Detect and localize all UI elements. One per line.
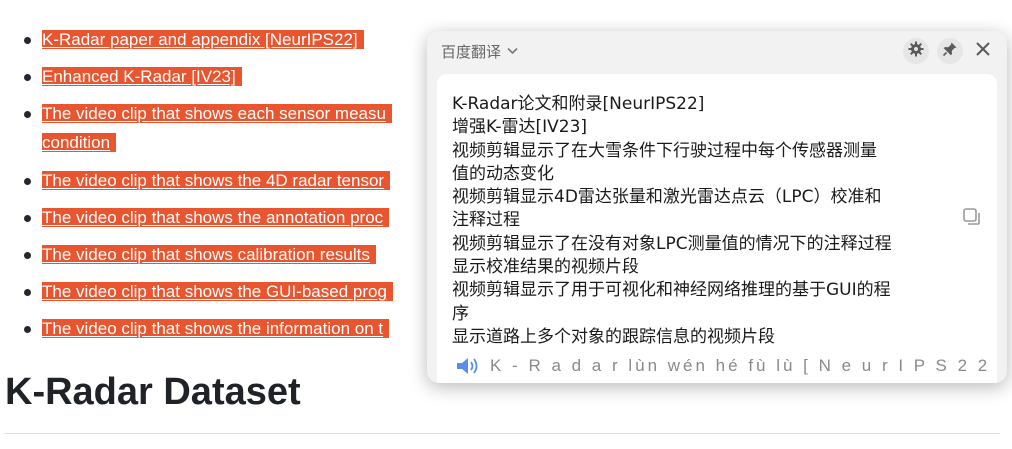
close-button[interactable] xyxy=(970,38,996,64)
settings-button[interactable] xyxy=(903,38,929,64)
copy-icon xyxy=(962,208,982,231)
list-bullet xyxy=(24,252,31,259)
list-bullet xyxy=(24,289,31,296)
heading-divider xyxy=(5,433,1000,434)
list-bullet xyxy=(24,37,31,44)
translation-popup: 百度翻译 K-Radar论文和附录[NeurIPS22] 增强K-雷达[IV23… xyxy=(427,31,1007,383)
translation-line: 视频剪辑显示了在大雪条件下行驶过程中每个传感器测量 xyxy=(452,140,877,161)
section-heading: K-Radar Dataset xyxy=(5,371,301,413)
list-item[interactable]: K-Radar paper and appendix [NeurIPS22] xyxy=(42,29,364,51)
list-item[interactable]: Enhanced K-Radar [IV23] xyxy=(42,66,242,88)
speaker-icon[interactable] xyxy=(454,354,480,378)
link-gui-video[interactable]: The video clip that shows the GUI-based … xyxy=(42,282,393,301)
copy-button[interactable] xyxy=(962,207,982,227)
engine-selector[interactable]: 百度翻译 xyxy=(441,41,518,62)
list-item[interactable]: The video clip that shows the 4D radar t… xyxy=(42,170,391,192)
pin-icon xyxy=(942,41,958,61)
list-item[interactable]: The video clip that shows the informatio… xyxy=(42,318,390,340)
list-item[interactable]: The video clip that shows the GUI-based … xyxy=(42,281,393,303)
list-bullet xyxy=(24,326,31,333)
link-radar-tensor-video[interactable]: The video clip that shows the 4D radar t… xyxy=(42,171,391,190)
translation-line: 视频剪辑显示了在没有对象LPC测量值的情况下的注释过程 xyxy=(452,233,892,254)
link-calibration-video[interactable]: The video clip that shows calibration re… xyxy=(42,245,376,264)
link-annotation-video[interactable]: The video clip that shows the annotation… xyxy=(42,208,390,227)
list-bullet xyxy=(24,178,31,185)
translation-line: 显示校准结果的视频片段 xyxy=(452,257,639,278)
translation-line: K-Radar论文和附录[NeurIPS22] xyxy=(452,94,705,114)
list-item[interactable]: The video clip that shows calibration re… xyxy=(42,244,376,266)
link-tracking-video[interactable]: The video clip that shows the informatio… xyxy=(42,319,390,338)
gear-icon xyxy=(908,41,924,61)
list-item[interactable]: The video clip that shows each sensor me… xyxy=(42,103,392,125)
translation-line: 值的动态变化 xyxy=(452,163,554,184)
list-item[interactable]: The video clip that shows the annotation… xyxy=(42,207,390,229)
list-bullet xyxy=(24,74,31,81)
link-sensor-video-cont[interactable]: condition xyxy=(42,133,117,152)
translation-result-card: K-Radar论文和附录[NeurIPS22] 增强K-雷达[IV23] 视频剪… xyxy=(437,74,997,383)
pin-button[interactable] xyxy=(937,38,963,64)
translation-line: 视频剪辑显示了用于可视化和神经网络推理的基于GUI的程 xyxy=(452,280,891,301)
translation-line: 注释过程 xyxy=(452,210,520,231)
translation-line: 序 xyxy=(452,303,469,324)
list-item-continuation[interactable]: condition xyxy=(42,132,117,154)
engine-label: 百度翻译 xyxy=(441,44,502,61)
translation-line: 视频剪辑显示4D雷达张量和激光雷达点云（LPC）校准和 xyxy=(452,187,882,208)
link-kradar-paper[interactable]: K-Radar paper and appendix [NeurIPS22] xyxy=(42,30,364,49)
link-sensor-video[interactable]: The video clip that shows each sensor me… xyxy=(42,104,392,123)
close-icon xyxy=(975,41,991,61)
pinyin-text: K - R a d a r lùn wén hé fù lù [ N e u r… xyxy=(490,356,997,375)
translation-line: 显示道路上多个对象的跟踪信息的视频片段 xyxy=(452,326,775,347)
translation-line: 增强K-雷达[IV23] xyxy=(452,117,588,138)
list-bullet xyxy=(24,215,31,222)
chevron-down-icon xyxy=(507,46,518,58)
list-bullet xyxy=(24,111,31,118)
pronunciation-row: K - R a d a r lùn wén hé fù lù [ N e u r… xyxy=(454,354,997,378)
translation-text: K-Radar论文和附录[NeurIPS22] 增强K-雷达[IV23] 视频剪… xyxy=(452,93,962,349)
link-enhanced-kradar[interactable]: Enhanced K-Radar [IV23] xyxy=(42,67,242,86)
